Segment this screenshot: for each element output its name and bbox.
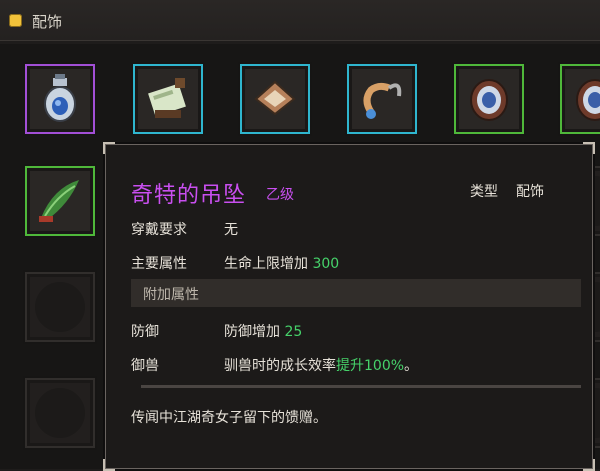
main-attr-label: 主要属性 [131, 256, 187, 272]
inventory-slot-2[interactable] [133, 64, 203, 134]
inventory-slot-empty[interactable] [25, 378, 95, 448]
requirement-label: 穿戴要求 [131, 222, 187, 238]
perfume-bottle-icon [44, 74, 76, 122]
item-grade: 乙级 [266, 187, 294, 203]
defense-num: 25 [284, 324, 303, 340]
tooltip-corner [583, 459, 595, 471]
tame-value: 驯兽时的成长效率提升100%。 [224, 355, 418, 375]
hook-horn-icon [363, 82, 402, 119]
patterned-mirror-icon [470, 79, 508, 121]
inventory-slot-4[interactable] [347, 64, 417, 134]
item-tooltip: 奇特的吊坠 乙级 类型 配饰 穿戴要求 无 主要属性 生命上限增加 300 附加… [103, 142, 595, 471]
inventory-slot-empty[interactable] [25, 272, 95, 342]
category-bullet-icon [9, 14, 22, 27]
defense-value: 防御增加 25 [224, 321, 302, 341]
tame-label: 御兽 [131, 358, 159, 374]
defense-label: 防御 [131, 324, 159, 340]
tooltip-corner [583, 142, 595, 154]
main-attr-value: 生命上限增加 300 [224, 253, 339, 273]
type-label: 类型 [470, 184, 498, 200]
main-attr-num: 300 [312, 256, 340, 272]
square-talisman-icon [254, 80, 296, 116]
inventory-slot-6[interactable] [560, 64, 600, 134]
window-header: 配饰 [0, 0, 600, 41]
type-value: 配饰 [516, 184, 544, 200]
empty-slot-circle [35, 388, 85, 438]
tame-highlight: 提升100% [336, 358, 405, 374]
inventory-slot-7[interactable] [25, 166, 95, 236]
extra-attr-section: 附加属性 [131, 279, 581, 307]
requirement-value: 无 [224, 222, 238, 238]
category-title: 配饰 [32, 13, 63, 31]
patterned-mirror-icon [576, 79, 600, 121]
item-name: 奇特的吊坠 [131, 183, 247, 208]
empty-slot-circle [35, 282, 85, 332]
inventory-slot-1[interactable] [25, 64, 95, 134]
scroll-bundle-icon [148, 78, 186, 118]
tooltip-corner [103, 459, 115, 471]
tooltip-corner [103, 142, 115, 154]
extra-attr-title: 附加属性 [143, 287, 199, 303]
tooltip-divider [141, 385, 581, 388]
leaf-bundle-icon [39, 180, 79, 222]
main-attr-text: 生命上限增加 [224, 256, 308, 272]
inventory-slot-3[interactable] [240, 64, 310, 134]
inventory-slot-5[interactable] [454, 64, 524, 134]
tame-end: 。 [404, 358, 419, 374]
item-description: 传闻中江湖奇女子留下的馈赠。 [131, 410, 327, 426]
tame-text: 驯兽时的成长效率 [224, 358, 336, 374]
defense-text: 防御增加 [224, 324, 280, 340]
